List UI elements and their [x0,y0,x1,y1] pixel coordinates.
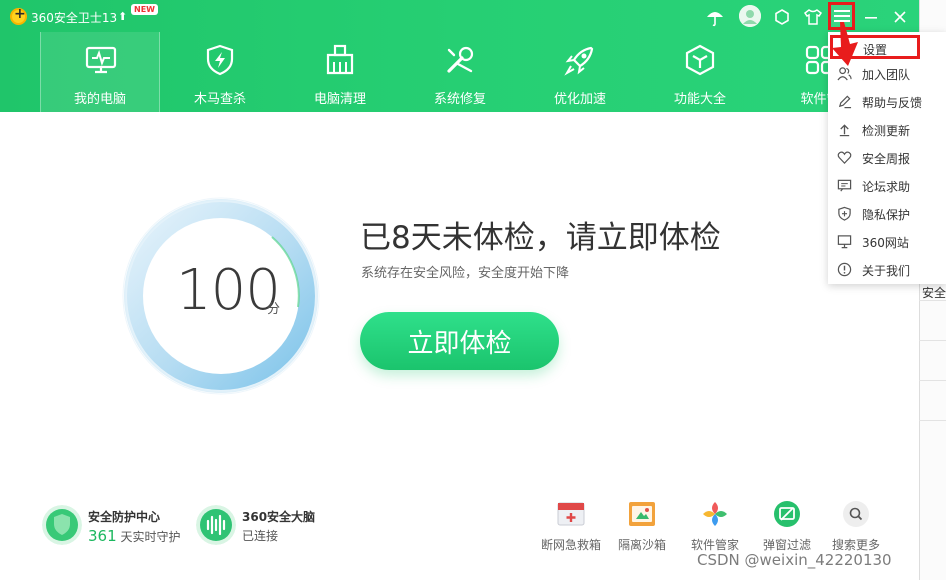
menu-item-about[interactable]: 关于我们 [828,256,946,284]
security-brain-title: 360安全大脑 [242,510,316,524]
header: 360安全卫士13 ⬆ NEW [0,0,919,112]
software-manager-icon [703,502,727,526]
close-button[interactable] [889,6,911,28]
pencil-icon [838,95,852,109]
user-avatar[interactable] [739,5,761,27]
nav-item-trojan-scan[interactable]: 木马查杀 [160,32,280,112]
menu-item-label: 安全周报 [862,152,911,166]
upload-icon [839,124,850,137]
skin-icon[interactable] [771,6,793,28]
minimize-button[interactable] [860,6,882,28]
tool-sandbox[interactable]: 隔离沙箱 [607,500,677,552]
divider [919,340,946,341]
search-icon [843,501,869,527]
security-brain-icon [196,505,236,545]
menu-item-label: 关于我们 [862,264,911,278]
tool-network-first-aid[interactable]: 断网急救箱 [536,500,606,552]
first-aid-icon [557,502,585,526]
menu-item-label: 帮助与反馈 [862,96,923,110]
score-unit: 分 [267,302,281,317]
menu-item-help-feedback[interactable]: 帮助与反馈 [828,88,946,116]
nav-item-cleanup[interactable]: 电脑清理 [280,32,400,112]
protection-days-suffix: 天实时守护 [120,530,181,544]
info-icon [837,262,852,277]
menu-item-label: 加入团队 [862,68,911,82]
menu-item-label: 设置 [863,43,888,57]
security-score: 100 [176,258,281,323]
tool-search-more[interactable]: 搜索更多 [821,500,891,552]
nav-label: 系统修复 [433,92,486,107]
divider [919,380,946,381]
main-nav: 我的电脑 木马查杀 电脑清理 系统修复 优化加速 功能大全 软件管 [40,32,919,112]
menu-item-check-update[interactable]: 检测更新 [828,116,946,144]
nav-label: 木马查杀 [193,92,246,107]
sandbox-icon [629,502,655,526]
upgrade-arrow-icon[interactable]: ⬆ [118,10,127,23]
protection-center-title: 安全防护中心 [88,510,161,524]
umbrella-icon[interactable] [704,6,726,28]
status-subline: 系统存在安全风险，安全度开始下降 [361,266,570,281]
menu-item-weekly-report[interactable]: 安全周报 [828,144,946,172]
wrench-icon [447,46,474,73]
title-bar: 360安全卫士13 ⬆ NEW [0,0,919,32]
nav-label: 优化加速 [553,92,606,107]
app-title: 360安全卫士13 [31,11,118,25]
menu-item-label: 检测更新 [862,124,911,138]
menu-item-privacy[interactable]: 隐私保护 [828,200,946,228]
divider [919,420,946,421]
protection-day-count: 361 [88,527,117,545]
menu-item-label: 隐私保护 [862,208,911,222]
rocket-icon [564,46,594,76]
background-window-text: 安全 [922,286,946,300]
nav-item-all-features[interactable]: 功能大全 [640,32,760,112]
protection-days: 361 天实时守护 [88,527,180,545]
shield-bolt-icon [206,44,234,76]
chat-icon [837,179,852,192]
menu-item-360-website[interactable]: 360网站 [828,228,946,256]
scan-now-button[interactable]: 立即体检 [360,312,559,370]
nav-label: 电脑清理 [313,92,366,107]
nav-item-system-repair[interactable]: 系统修复 [400,32,520,112]
privacy-shield-icon [838,206,851,221]
nav-item-my-computer[interactable]: 我的电脑 [40,32,160,112]
security-brain-status: 已连接 [242,529,279,543]
watermark: CSDN @weixin_42220130 [697,551,892,569]
tool-software-manager[interactable]: 软件管家 [680,500,750,552]
tool-label: 隔离沙箱 [617,538,666,552]
logo-icon [10,6,27,25]
heart-icon [837,151,852,165]
nav-label: 我的电脑 [73,92,126,107]
monitor-icon [85,46,117,74]
nav-item-speedup[interactable]: 优化加速 [520,32,640,112]
protection-shield-icon [42,505,82,545]
cube-icon [685,44,715,76]
monitor-small-icon [837,235,852,249]
menu-item-label: 论坛求助 [862,180,911,194]
popup-filter-icon [774,501,800,527]
menu-item-forum-help[interactable]: 论坛求助 [828,172,946,200]
new-badge: NEW [131,4,158,15]
tool-label: 断网急救箱 [540,538,601,552]
annotation-arrow [832,22,858,66]
tool-popup-filter[interactable]: 弹窗过滤 [752,500,822,552]
status-headline: 已8天未体检，请立即体检 [360,220,721,256]
menu-item-label: 360网站 [862,236,909,250]
nav-label: 功能大全 [673,92,726,107]
main-window: 360安全卫士13 ⬆ NEW [0,0,919,580]
broom-icon [326,44,354,75]
